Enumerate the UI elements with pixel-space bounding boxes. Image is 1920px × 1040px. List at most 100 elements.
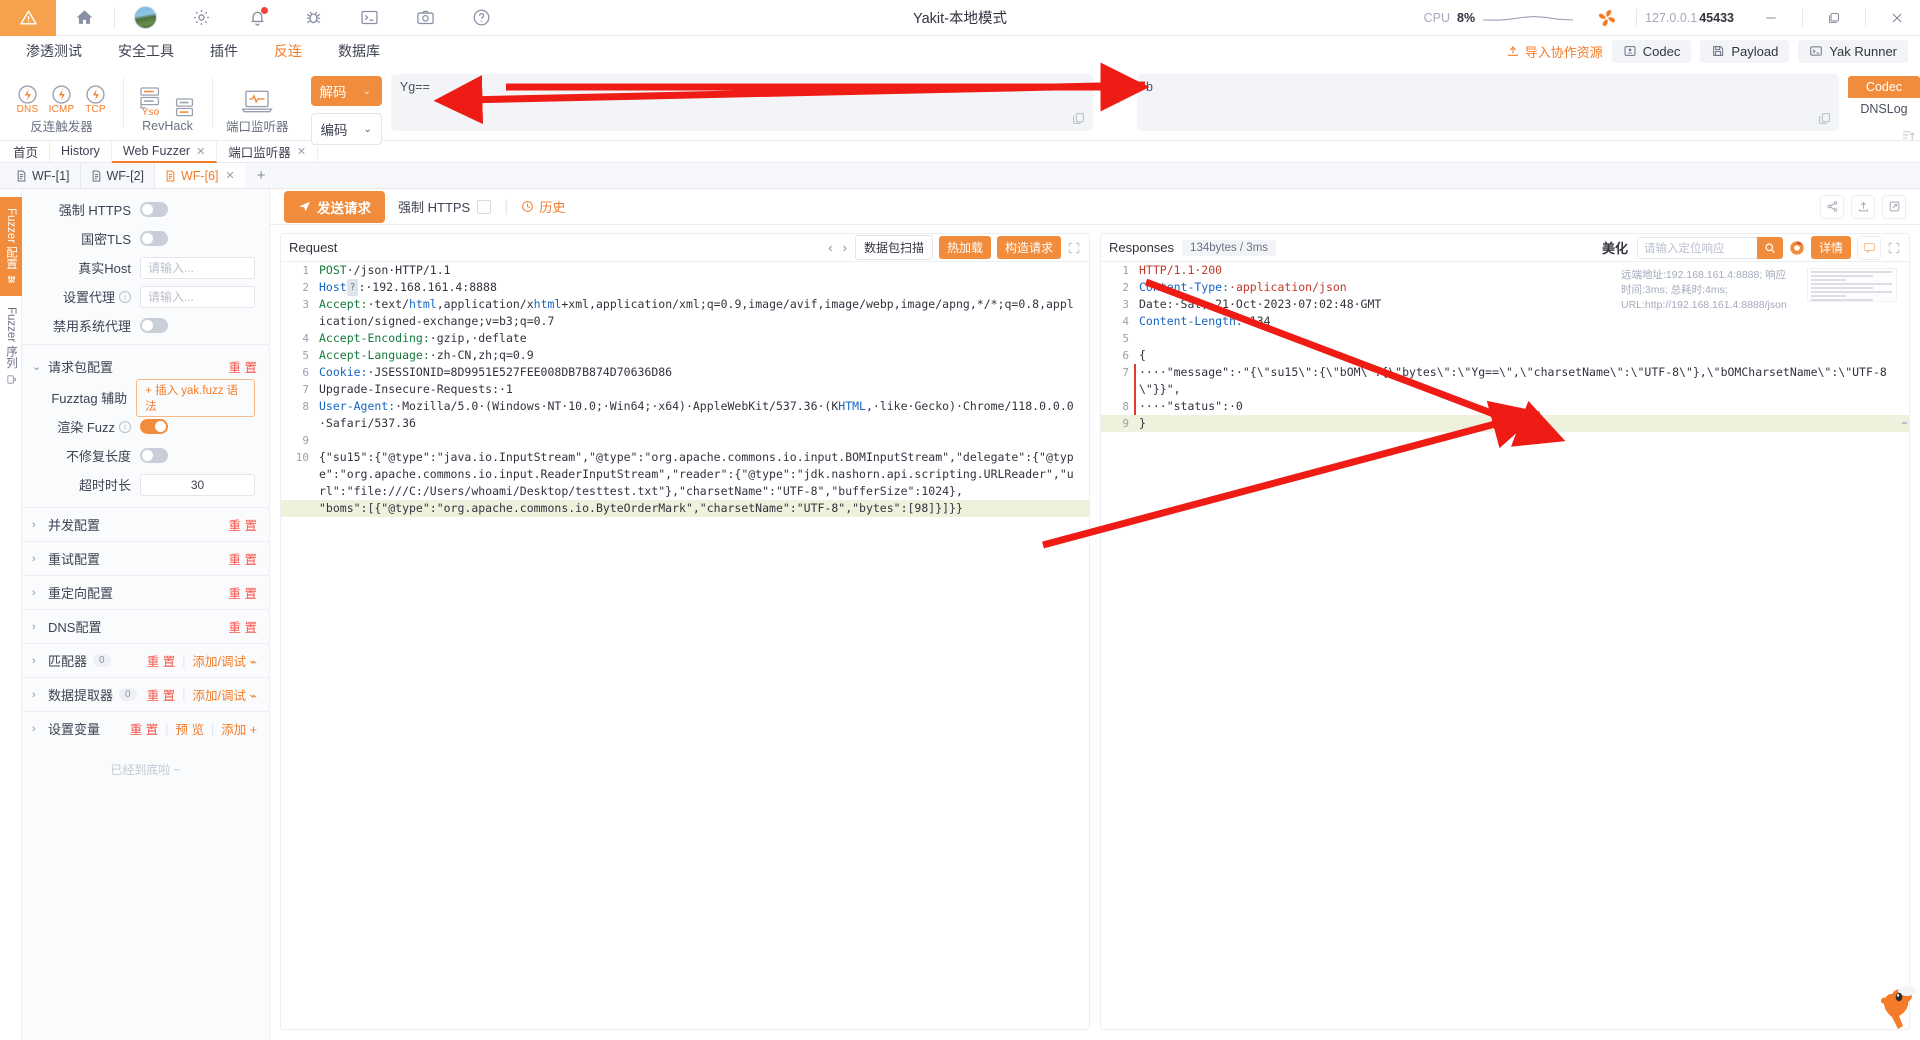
close-icon[interactable]: ✕ [196, 145, 205, 158]
menu-item-reverse[interactable]: 反连 [258, 38, 318, 64]
help-button[interactable] [453, 0, 509, 36]
preview-variables[interactable]: 预 览 [175, 719, 203, 738]
response-search-input[interactable]: 请输入定位响应 [1636, 236, 1757, 259]
no-fix-length-toggle[interactable] [140, 448, 168, 463]
import-collab-resource-button[interactable]: 导入协作资源 [1506, 42, 1603, 61]
real-host-input[interactable]: 请输入... [140, 256, 255, 279]
request-code-editor[interactable]: 1 POST·/json·HTTP/1.1 2 Host?:·192.168.161.… [281, 262, 1089, 1029]
reset-dns[interactable]: 重 置 [229, 617, 257, 636]
prev-request-button[interactable]: ‹ [826, 240, 834, 255]
minimize-button[interactable] [1748, 0, 1794, 36]
codec-input-box[interactable]: Yg== [390, 74, 1093, 131]
vertical-tab-fuzzer-config[interactable]: Fuzzer 配置 [0, 197, 22, 297]
codec-button[interactable]: Codec [1611, 39, 1692, 63]
timeout-input[interactable]: 30 [140, 473, 255, 496]
encode-select[interactable]: 编码 ⌄ [310, 113, 382, 145]
detail-button[interactable]: 详情 [1810, 236, 1851, 259]
section-dns[interactable]: › DNS配置 重 置 [22, 609, 269, 643]
decode-select[interactable]: 解码 ⌄ [310, 76, 382, 106]
tab-home[interactable]: 首页 [2, 141, 51, 162]
expand-icon[interactable] [1887, 241, 1901, 255]
fuzzer-tab-wf1[interactable]: WF-[1] [6, 163, 81, 188]
scrollbar-thumb[interactable] [1902, 422, 1907, 424]
codec-output-box[interactable]: b [1136, 74, 1839, 131]
fuzzer-tab-wf6[interactable]: WF-[6] ✕ [155, 163, 245, 188]
reset-concurrency[interactable]: 重 置 [229, 515, 257, 534]
add-variable[interactable]: 添加 + [221, 719, 257, 738]
revhack-second-button[interactable] [171, 95, 198, 118]
upload-button[interactable] [1851, 194, 1875, 219]
copy-icon[interactable] [1818, 112, 1831, 125]
close-icon[interactable]: ✕ [297, 145, 306, 158]
user-avatar-button[interactable] [117, 0, 173, 36]
vertical-tab-fuzzer-sequence[interactable]: Fuzzer 序列 [0, 296, 22, 395]
section-matcher[interactable]: › 匹配器 0 重 置 | 添加/调试 ⌁ [22, 643, 269, 677]
add-fuzzer-tab-button[interactable]: + [245, 167, 278, 184]
insert-yak-fuzz-button[interactable]: + 插入 yak.fuzz 语法 [136, 378, 255, 417]
close-button[interactable] [1874, 0, 1920, 36]
gm-tls-toggle[interactable] [140, 231, 168, 246]
menu-item-security-tools[interactable]: 安全工具 [102, 38, 190, 64]
info-icon[interactable]: i [119, 290, 131, 303]
history-button[interactable]: 历史 [521, 197, 565, 216]
info-icon[interactable]: i [119, 420, 131, 433]
port-listener-button[interactable] [240, 88, 274, 115]
section-retry[interactable]: › 重试配置 重 置 [22, 541, 269, 575]
warning-icon-button[interactable] [0, 0, 56, 36]
home-button[interactable] [56, 0, 112, 36]
codec-list-button[interactable] [1848, 128, 1920, 143]
render-fuzz-toggle[interactable] [140, 419, 168, 434]
send-request-button[interactable]: 发送请求 [284, 190, 385, 223]
comment-button[interactable] [1857, 235, 1881, 260]
close-icon[interactable]: ✕ [226, 169, 235, 182]
expand-icon[interactable] [1067, 241, 1081, 255]
force-https-checkbox-group[interactable]: 强制 HTTPS [398, 197, 492, 216]
tab-web-fuzzer[interactable]: Web Fuzzer ✕ [111, 142, 218, 163]
response-search-button[interactable] [1756, 236, 1783, 259]
yso-button[interactable]: Yso [137, 84, 164, 118]
set-proxy-input[interactable]: 请输入... [140, 285, 255, 308]
reset-redirect[interactable]: 重 置 [229, 583, 257, 602]
add-debug-matcher[interactable]: 添加/调试 ⌁ [193, 651, 257, 670]
section-extractor[interactable]: › 数据提取器 0 重 置 | 添加/调试 ⌁ [22, 677, 269, 711]
next-request-button[interactable]: › [841, 240, 849, 255]
reset-matcher[interactable]: 重 置 [147, 651, 175, 670]
fan-icon[interactable] [1596, 7, 1618, 29]
menu-item-plugins[interactable]: 插件 [194, 38, 254, 64]
tab-history[interactable]: History [50, 141, 112, 162]
response-search-box[interactable]: 请输入定位响应 [1636, 236, 1783, 259]
response-minimap[interactable] [1807, 268, 1897, 302]
codec-side-tab-codec[interactable]: Codec [1848, 76, 1920, 98]
codec-side-tab-dnslog[interactable]: DNSLog [1848, 98, 1920, 120]
beautify-button[interactable]: 美化 [1599, 238, 1631, 257]
section-redirect[interactable]: › 重定向配置 重 置 [22, 575, 269, 609]
packet-scan-button[interactable]: 数据包扫描 [854, 235, 933, 260]
share-button[interactable] [1820, 194, 1844, 219]
notifications-button[interactable] [229, 0, 285, 36]
copy-icon[interactable] [1072, 112, 1085, 125]
chrome-icon[interactable] [1789, 240, 1805, 256]
section-variables[interactable]: › 设置变量 重 置 | 预 览 | 添加 + [22, 711, 269, 745]
hot-reload-button[interactable]: 热加载 [938, 236, 991, 259]
force-https-checkbox[interactable] [477, 199, 492, 214]
section-concurrency[interactable]: › 并发配置 重 置 [22, 507, 269, 541]
menu-item-database[interactable]: 数据库 [322, 38, 396, 64]
section-request-config[interactable]: ⌄ 请求包配置 重 置 [22, 349, 269, 383]
bug-button[interactable] [285, 0, 341, 36]
screenshot-button[interactable] [397, 0, 453, 36]
terminal-button[interactable] [341, 0, 397, 36]
host-header-chip[interactable]: ? [346, 279, 359, 296]
reset-retry[interactable]: 重 置 [229, 549, 257, 568]
build-request-button[interactable]: 构造请求 [996, 236, 1061, 259]
menu-item-pentest[interactable]: 渗透测试 [10, 38, 98, 64]
codec-swap-button[interactable] [1102, 74, 1128, 107]
icmp-trigger-button[interactable]: ICMP [48, 81, 75, 115]
fuzzer-tab-wf2[interactable]: WF-[2] [81, 163, 155, 188]
reset-request-config[interactable]: 重 置 [229, 357, 257, 376]
maximize-button[interactable] [1811, 0, 1857, 36]
add-debug-extractor[interactable]: 添加/调试 ⌁ [193, 685, 257, 704]
reset-extractor[interactable]: 重 置 [147, 685, 175, 704]
payload-button[interactable]: Payload [1700, 39, 1790, 63]
force-https-toggle[interactable] [140, 202, 168, 217]
edit-button[interactable] [1882, 194, 1906, 219]
